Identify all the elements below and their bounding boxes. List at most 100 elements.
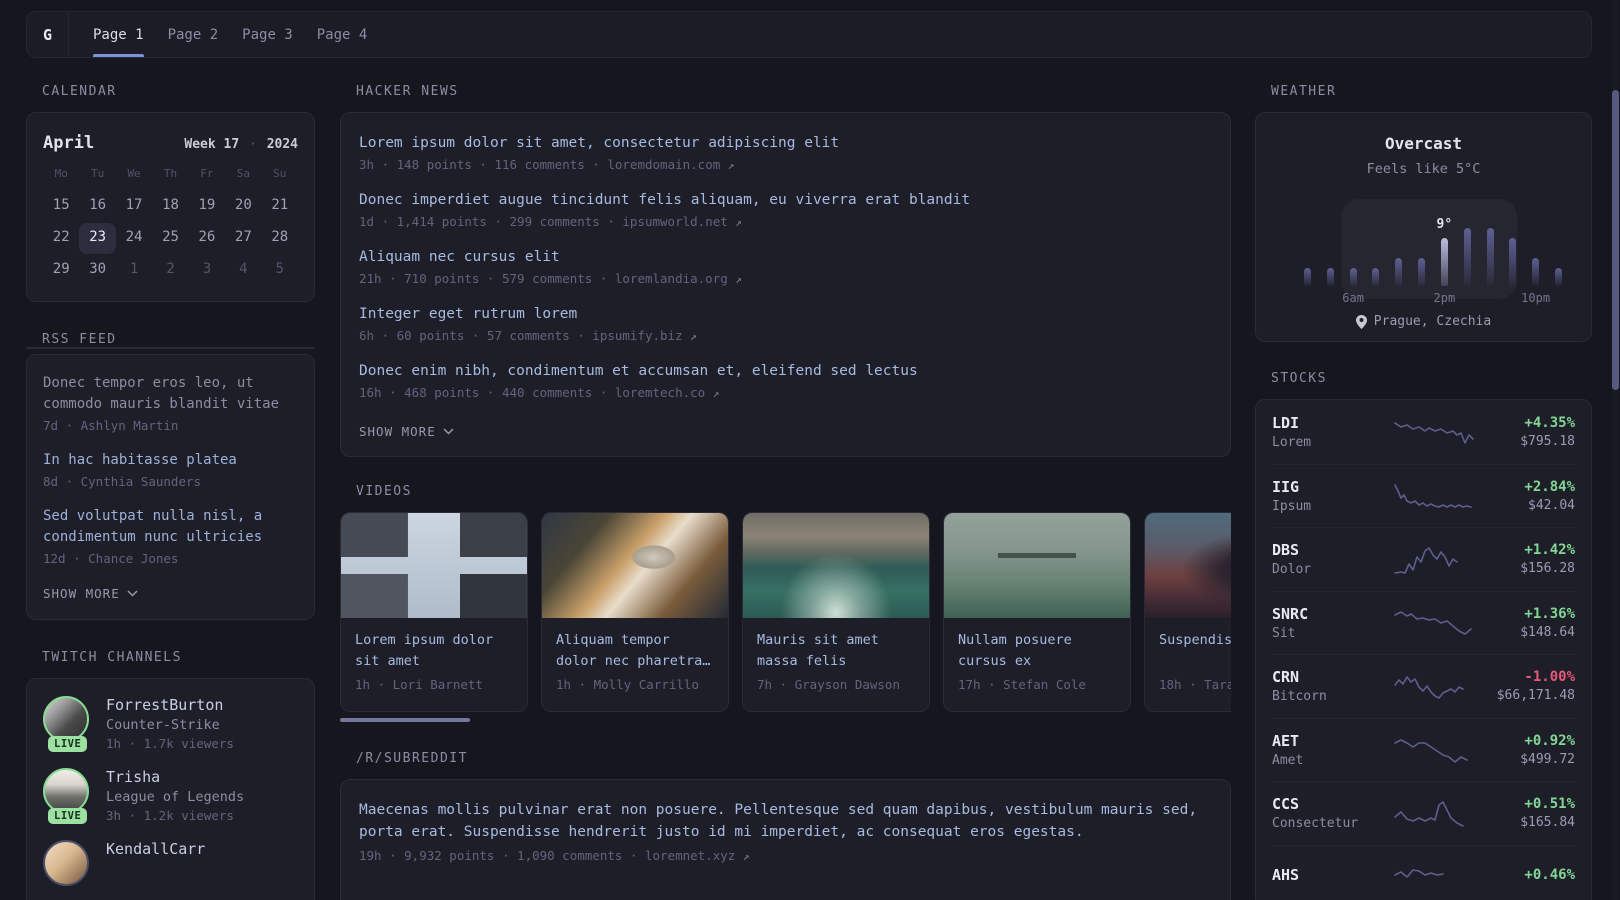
stock-sparkline bbox=[1394, 676, 1464, 700]
calendar-day-next-month: 4 bbox=[239, 261, 248, 277]
video-thumbnail[interactable] bbox=[542, 513, 728, 618]
weather-bar bbox=[1372, 268, 1380, 286]
weather-widget: Overcast Feels like 5°C 6am 9° 2pm 10pm Pra… bbox=[1255, 112, 1592, 342]
calendar-month: April bbox=[43, 133, 95, 153]
rss-item-title[interactable]: Sed volutpat nulla nisl, a condimentum n… bbox=[43, 506, 298, 548]
reddit-domain-link[interactable]: loremnet.xyz bbox=[645, 848, 735, 863]
weather-hour-label: 2pm bbox=[1433, 291, 1456, 305]
twitch-avatar-wrap[interactable]: LIVE bbox=[43, 768, 91, 824]
stock-price: $499.72 bbox=[1520, 751, 1575, 767]
calendar-day-next-month: 2 bbox=[166, 261, 175, 277]
hn-domain-link[interactable]: loremdomain.com bbox=[607, 157, 720, 172]
stock-change: +1.42% bbox=[1524, 542, 1575, 559]
hn-item-title[interactable]: Donec imperdiet augue tincidunt felis al… bbox=[359, 190, 1212, 211]
twitch-channel-name[interactable]: KendallCarr bbox=[106, 840, 205, 858]
stock-row[interactable]: CRN Bitcorn -1.00% $66,171.48 bbox=[1272, 654, 1575, 718]
hn-item-title[interactable]: Integer eget rutrum lorem bbox=[359, 304, 1212, 325]
weather-current-temp: 9° bbox=[1436, 217, 1453, 232]
rss-item-title[interactable]: In hac habitasse platea bbox=[43, 450, 298, 471]
hn-domain-link[interactable]: ipsumworld.net bbox=[622, 214, 727, 229]
weather-condition: Overcast bbox=[1384, 134, 1463, 153]
calendar-day: 22 bbox=[52, 229, 70, 245]
video-thumbnail[interactable] bbox=[1145, 513, 1231, 618]
stock-sparkline bbox=[1394, 868, 1444, 878]
calendar-week: Week 17 bbox=[184, 137, 240, 152]
stock-change: +0.46% bbox=[1524, 867, 1575, 884]
video-title[interactable]: Lorem ipsum dolor sit amet consectetu… bbox=[355, 630, 513, 672]
stock-row[interactable]: IIG Ipsum +2.84% $42.04 bbox=[1272, 463, 1575, 528]
hn-item-title[interactable]: Donec enim nibh, condimentum et accumsan… bbox=[359, 361, 1212, 382]
stock-ticker: AHS bbox=[1272, 866, 1300, 885]
page-scrollbar-thumb[interactable] bbox=[1612, 90, 1619, 390]
stock-price: $165.84 bbox=[1520, 815, 1575, 831]
tab-label: Page 4 bbox=[316, 26, 368, 43]
weather-bar bbox=[1554, 268, 1562, 286]
videos-section-header: VIDEOS bbox=[356, 484, 412, 499]
stock-row[interactable]: DBS Dolor +1.42% $156.28 bbox=[1272, 527, 1575, 591]
tab-page-4[interactable]: Page 4 bbox=[317, 12, 368, 57]
hn-show-more-button[interactable]: SHOW MORE bbox=[359, 424, 454, 439]
video-title[interactable]: Suspendisse diam bbox=[1159, 630, 1231, 672]
hn-item: Aliquam nec cursus elit 21h · 710 points… bbox=[359, 247, 1212, 286]
rss-widget: Donec tempor eros leo, ut commodo mauris… bbox=[26, 354, 315, 620]
calendar-day: 18 bbox=[162, 197, 179, 213]
hn-item-meta: 16h · 468 points · 440 comments · loremt… bbox=[359, 385, 1212, 400]
rss-item-title[interactable]: Donec tempor eros leo, ut commodo mauris… bbox=[43, 373, 298, 415]
stock-row[interactable]: AHS +0.46% bbox=[1272, 844, 1575, 900]
external-link-icon: ↗ bbox=[735, 216, 742, 229]
page-tabs: Page 1 Page 2 Page 3 Page 4 bbox=[69, 12, 391, 57]
calendar-grid: Mo Tu We Th Fr Sa Su 15 16 17 18 19 20 2… bbox=[43, 167, 298, 286]
hn-item-title[interactable]: Aliquam nec cursus elit bbox=[359, 247, 1212, 268]
hn-item-meta: 3h · 148 points · 116 comments · loremdo… bbox=[359, 157, 1212, 172]
weather-bar bbox=[1304, 268, 1311, 286]
carousel-scrollbar[interactable] bbox=[340, 718, 470, 722]
video-card[interactable]: Nullam posuere cursus ex 17h · Stefan Co… bbox=[943, 512, 1131, 712]
hn-item: Donec enim nibh, condimentum et accumsan… bbox=[359, 361, 1212, 400]
stock-ticker: SNRC bbox=[1272, 604, 1309, 623]
external-link-icon: ↗ bbox=[735, 273, 742, 286]
hn-meta-text: 3h · 148 points · 116 comments · bbox=[359, 157, 608, 172]
calendar-day: 28 bbox=[271, 229, 289, 245]
hn-item-title[interactable]: Lorem ipsum dolor sit amet, consectetur … bbox=[359, 133, 1212, 154]
video-thumbnail[interactable] bbox=[743, 513, 929, 618]
hn-domain-link[interactable]: loremlandia.org bbox=[615, 271, 728, 286]
calendar-day: 24 bbox=[125, 229, 143, 245]
video-thumbnail[interactable] bbox=[341, 513, 527, 618]
calendar-day-next-month: 3 bbox=[202, 261, 212, 277]
calendar-day: 19 bbox=[198, 197, 216, 213]
reddit-post-title[interactable]: Maecenas mollis pulvinar erat non posuer… bbox=[359, 800, 1212, 843]
chevron-down-icon bbox=[443, 428, 454, 435]
rss-item: Donec tempor eros leo, ut commodo mauris… bbox=[43, 373, 298, 433]
hn-domain-link[interactable]: ipsumify.biz bbox=[592, 328, 682, 343]
twitch-channel-name[interactable]: Trisha bbox=[106, 768, 244, 786]
dow-label: Sa bbox=[236, 167, 250, 180]
twitch-game: League of Legends bbox=[106, 789, 245, 805]
stock-row[interactable]: LDI Lorem +4.35% $795.18 bbox=[1272, 400, 1575, 464]
twitch-avatar-wrap[interactable] bbox=[43, 840, 91, 888]
video-card[interactable]: Suspendisse diam 18h · Tara bbox=[1144, 512, 1231, 712]
video-title[interactable]: Mauris sit amet massa felis bbox=[757, 630, 915, 672]
calendar-day: 27 bbox=[234, 229, 252, 245]
video-title[interactable]: Nullam posuere cursus ex bbox=[958, 630, 1116, 672]
hn-item: Integer eget rutrum lorem 6h · 60 points… bbox=[359, 304, 1212, 343]
calendar-week-year: Week 17 · 2024 bbox=[184, 137, 298, 152]
twitch-channel-name[interactable]: ForrestBurton bbox=[106, 696, 234, 714]
tab-page-1[interactable]: Page 1 bbox=[93, 12, 144, 57]
twitch-avatar-wrap[interactable]: LIVE bbox=[43, 696, 91, 752]
rss-section-header: RSS FEED bbox=[42, 332, 117, 347]
weather-hour-label: 6am bbox=[1342, 291, 1364, 305]
video-card[interactable]: Mauris sit amet massa felis 7h · Grayson… bbox=[742, 512, 930, 712]
external-link-icon: ↗ bbox=[712, 387, 720, 400]
video-title[interactable]: Aliquam tempor dolor nec pharetra… bbox=[556, 630, 714, 672]
tab-page-3[interactable]: Page 3 bbox=[242, 12, 293, 57]
stock-row[interactable]: AET Amet +0.92% $499.72 bbox=[1272, 717, 1575, 782]
calendar-day: 21 bbox=[271, 197, 289, 213]
stock-row[interactable]: CCS Consectetur +0.51% $165.84 bbox=[1272, 781, 1575, 845]
tab-page-2[interactable]: Page 2 bbox=[168, 12, 219, 57]
video-thumbnail[interactable] bbox=[944, 513, 1130, 618]
stock-row[interactable]: SNRC Sit +1.36% $148.64 bbox=[1272, 590, 1575, 655]
video-card[interactable]: Aliquam tempor dolor nec pharetra… 1h · … bbox=[541, 512, 729, 712]
rss-show-more-button[interactable]: SHOW MORE bbox=[43, 586, 138, 601]
video-card[interactable]: Lorem ipsum dolor sit amet consectetu… 1… bbox=[340, 512, 528, 712]
hn-domain-link[interactable]: loremtech.co bbox=[615, 385, 705, 400]
